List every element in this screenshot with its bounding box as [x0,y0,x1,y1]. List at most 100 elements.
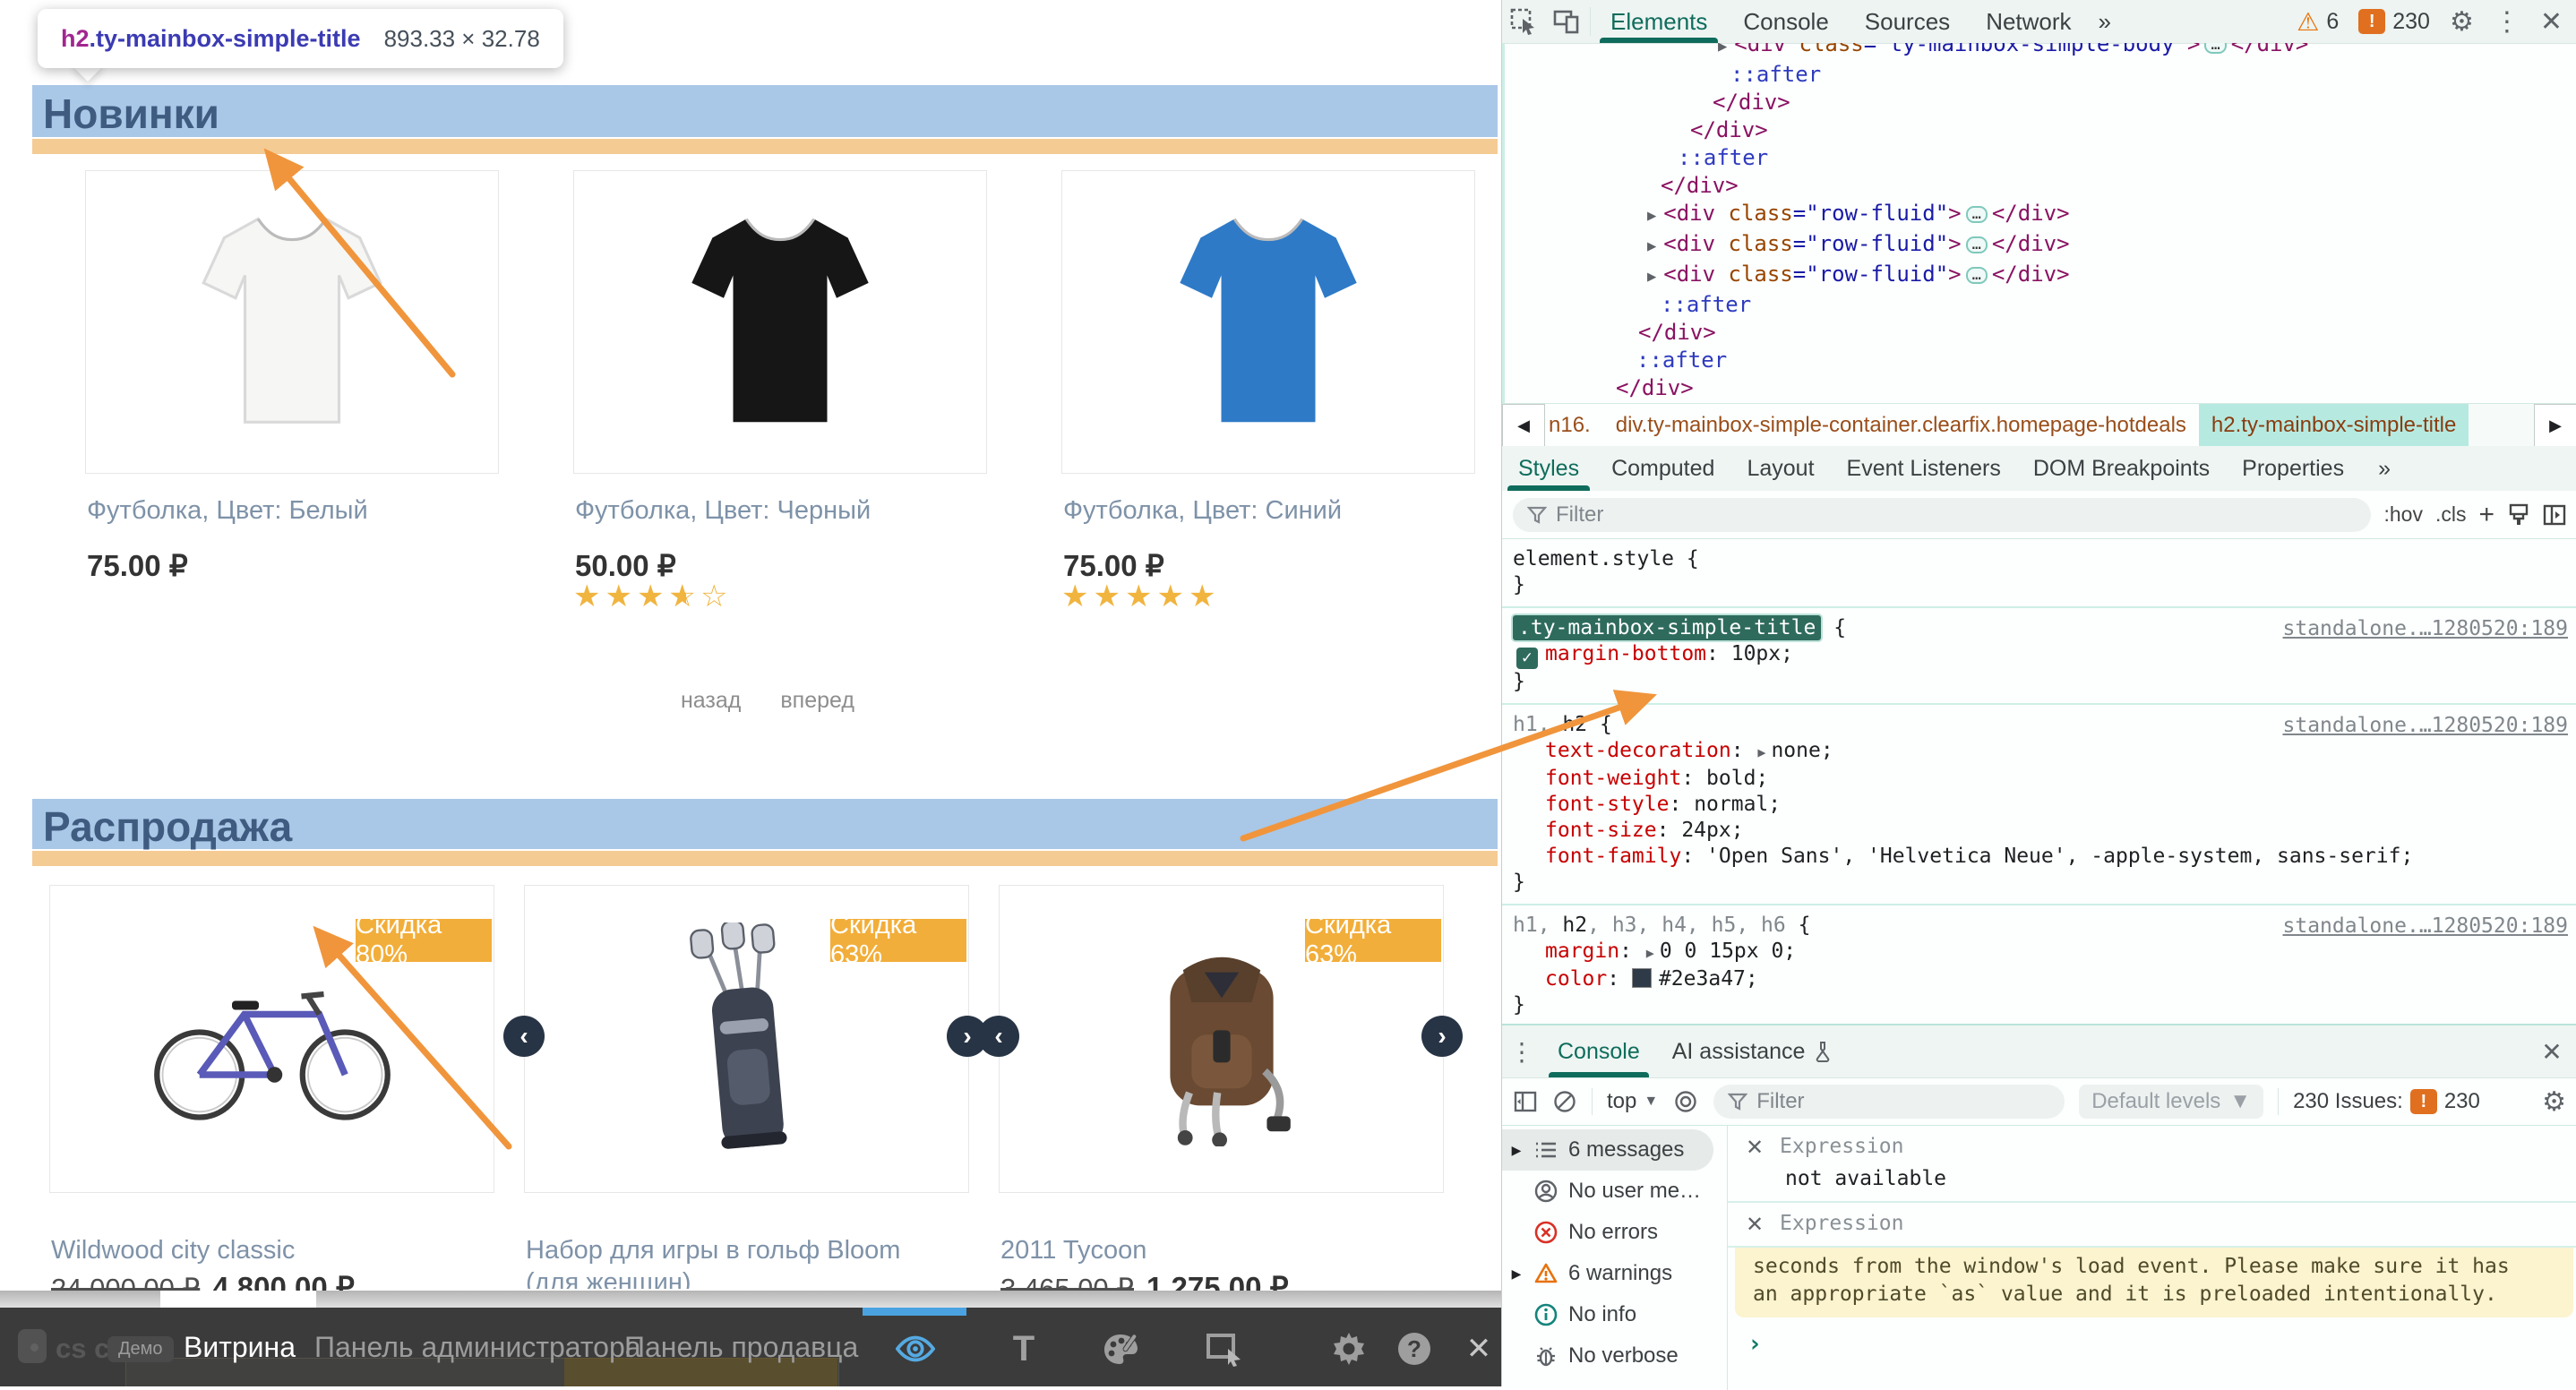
expand-ellipsis-icon[interactable]: … [1966,267,1988,284]
drawer-tab-console[interactable]: Console [1541,1025,1656,1077]
breadcrumb-back-icon[interactable]: ◀ [1502,404,1545,447]
stylesheet-link[interactable]: standalone.…1280520:189 [2283,616,2569,642]
dismiss-message-icon[interactable]: ✕ [1746,1135,1764,1161]
expand-arrow-icon[interactable]: ▶ [1647,207,1656,225]
console-sidebar-item[interactable]: ▶6 messages [1502,1129,1713,1171]
inspect-element-icon[interactable] [1502,0,1545,43]
issues-toolbar-count[interactable]: 230 Issues:!230 [2293,1089,2480,1114]
clear-console-icon[interactable] [1552,1089,1577,1114]
rendering-brush-icon[interactable] [2507,503,2530,527]
dom-tree-node[interactable]: </div> [1505,374,2576,402]
carousel-next-arrow[interactable]: › [1421,1016,1463,1057]
preview-eye-icon[interactable] [896,1329,935,1369]
carousel-prev-arrow[interactable]: ‹ [503,1016,545,1057]
dom-tree-node[interactable]: ▶<div class="ty-mainbox-simple-body">…</… [1505,43,2576,61]
dom-tree-node[interactable]: </div> [1505,116,2576,144]
breadcrumb-forward-icon[interactable]: ▶ [2534,404,2576,447]
style-property[interactable]: margin: ▶0 0 15px 0; [1513,939,2568,966]
product-name[interactable]: Футболка, Цвет: Белый [87,494,508,527]
more-tabs-icon[interactable]: » [2090,0,2120,43]
styles-tab-layout[interactable]: Layout [1730,446,1830,491]
console-sidebar-item[interactable]: ▶6 warnings [1502,1253,1727,1294]
styles-tab-dom-breakpoints[interactable]: DOM Breakpoints [2017,446,2226,491]
breadcrumb-item[interactable]: n16. [1545,404,1603,447]
tab-sources[interactable]: Sources [1847,0,1968,43]
expand-arrow-icon[interactable]: ▶ [1647,237,1656,255]
dismiss-message-icon[interactable]: ✕ [1746,1212,1764,1238]
devtools-menu-icon[interactable]: ⋮ [2494,6,2520,38]
dom-tree-node[interactable]: ▶<div class="row-fluid">…</div> [1505,200,2576,230]
sidebar-expand-icon[interactable]: ▶ [1509,1143,1524,1158]
style-property[interactable]: text-decoration: ▶none; [1513,738,2568,766]
console-sidebar-item[interactable]: No errors [1502,1212,1727,1253]
dom-tree-node[interactable]: ▶<div class="row-fluid">…</div> [1505,261,2576,291]
help-icon[interactable]: ? [1395,1329,1434,1369]
dom-tree-node[interactable]: ::after [1505,61,2576,89]
dom-tree-node[interactable]: </div> [1505,89,2576,116]
drawer-close-icon[interactable]: ✕ [2527,1025,2576,1077]
product-image-card[interactable] [573,170,987,474]
new-style-rule-icon[interactable]: + [2478,500,2494,530]
console-settings-icon[interactable]: ⚙ [2542,1086,2566,1118]
console-sidebar-item[interactable]: No verbose [1502,1335,1727,1377]
next-link[interactable]: вперед [780,688,854,714]
product-name[interactable]: Футболка, Цвет: Синий [1063,494,1484,527]
drawer-menu-icon[interactable]: ⋮ [1502,1025,1541,1077]
stylesheet-link[interactable]: standalone.…1280520:189 [2283,914,2569,940]
style-property[interactable]: font-family: 'Open Sans', 'Helvetica Neu… [1513,844,2568,870]
expand-ellipsis-icon[interactable]: … [1966,236,1988,253]
context-selector[interactable]: top▼ [1607,1089,1658,1114]
product-name[interactable]: Wildwood city classic [51,1234,454,1266]
console-warning-message[interactable]: seconds from the window's load event. Pl… [1728,1248,2576,1317]
dom-tree-node[interactable]: ::after [1505,347,2576,374]
product-name[interactable]: 2011 Tycoon [1000,1234,1404,1266]
dom-tree-node[interactable]: ▶<div class="row-fluid">…</div> [1505,230,2576,261]
console-message[interactable]: ✕Expressionnot available [1728,1126,2576,1203]
console-sidebar-toggle-icon[interactable] [1513,1089,1538,1114]
console-sidebar-item[interactable]: No info [1502,1294,1727,1335]
style-property[interactable]: font-weight: bold; [1513,766,2568,792]
prev-link[interactable]: назад [681,688,741,714]
toggle-class[interactable]: .cls [2435,502,2467,527]
product-image-card[interactable] [85,170,499,474]
drawer-tab-ai-assistance[interactable]: AI assistance [1656,1025,1849,1077]
settings-gear-icon[interactable] [1329,1329,1369,1369]
dom-tree-node[interactable]: </div> [1505,172,2576,200]
sidebar-expand-icon[interactable]: ▶ [1509,1266,1524,1282]
tab-network[interactable]: Network [1968,0,2089,43]
theme-palette-icon[interactable] [1103,1329,1142,1369]
styles-tab-computed[interactable]: Computed [1595,446,1730,491]
warnings-count[interactable]: ⚠6 [2297,7,2339,37]
more-style-tabs-icon[interactable]: » [2362,446,2407,491]
product-image-card[interactable] [1061,170,1475,474]
property-checkbox-icon[interactable]: ✓ [1516,648,1538,669]
log-levels-dropdown[interactable]: Default levels▼ [2079,1085,2263,1119]
tab-elements[interactable]: Elements [1593,0,1725,43]
rule-selector[interactable]: element.style { [1513,546,2568,572]
devtools-settings-icon[interactable]: ⚙ [2450,6,2474,38]
breadcrumb-item[interactable]: h2.ty-mainbox-simple-title [2199,404,2469,447]
close-toolbar-icon[interactable]: ✕ [1459,1329,1498,1369]
style-property[interactable]: font-style: normal; [1513,792,2568,818]
toolbar-nav-1[interactable]: Витрина [184,1308,296,1386]
console-prompt[interactable]: › [1728,1317,2576,1358]
style-property[interactable]: color: #2e3a47; [1513,966,2568,992]
style-property[interactable]: ✓margin-bottom: 10px; [1513,641,2568,669]
carousel-prev-arrow[interactable]: ‹ [978,1016,1019,1057]
console-message[interactable]: ✕Expression [1728,1203,2576,1248]
toggle-hover-state[interactable]: :hov [2383,502,2422,527]
select-block-icon[interactable] [1205,1329,1244,1369]
expand-ellipsis-icon[interactable]: … [1966,206,1988,223]
dom-tree-node[interactable]: </div> [1505,319,2576,347]
device-toolbar-icon[interactable] [1545,0,1588,43]
issues-count[interactable]: !230 [2358,9,2430,35]
expand-arrow-icon[interactable]: ▶ [1647,268,1656,286]
styles-tab-event-listeners[interactable]: Event Listeners [1831,446,2017,491]
console-eye-icon[interactable] [1672,1090,1699,1113]
devtools-close-icon[interactable]: ✕ [2540,6,2563,38]
text-tool-icon[interactable]: T [1004,1329,1043,1369]
expand-value-icon[interactable]: ▶ [1646,945,1654,961]
stylesheet-link[interactable]: standalone.…1280520:189 [2283,713,2569,739]
dom-tree-node[interactable]: ::after [1505,144,2576,172]
expand-arrow-icon[interactable]: ▶ [1718,43,1727,56]
